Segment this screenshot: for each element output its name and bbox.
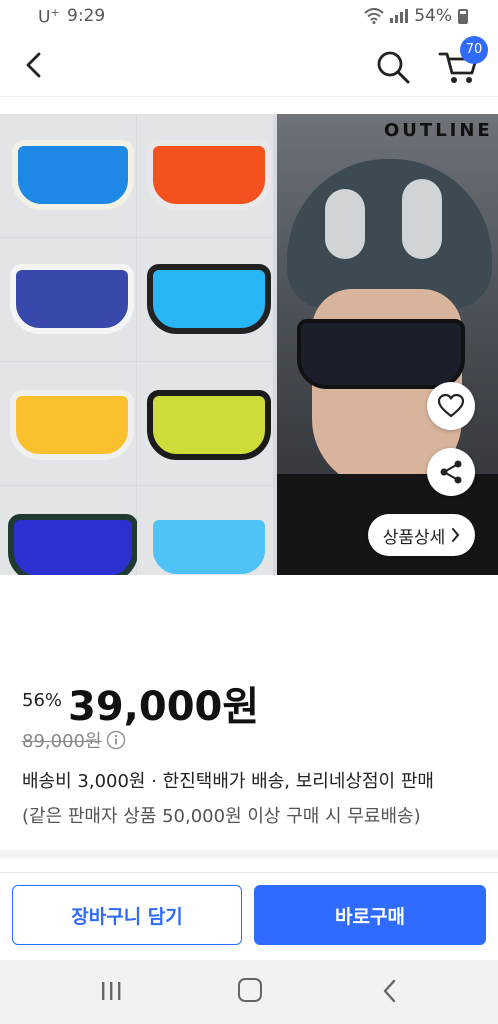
product-detail-label: 상품상세 [382, 527, 446, 548]
buy-now-button[interactable]: 바로구매 [254, 885, 486, 945]
search-icon[interactable] [374, 48, 412, 86]
product-variant-thumb [137, 486, 273, 575]
battery-percent: 54% [414, 6, 452, 26]
info-icon[interactable] [106, 730, 126, 750]
share-icon [440, 460, 462, 484]
carrier-label: U+ [38, 6, 60, 28]
battery-icon [458, 8, 468, 24]
product-image[interactable]: OUTLINE 상품상세 [0, 114, 498, 575]
wishlist-button[interactable] [427, 382, 475, 430]
heart-icon [438, 394, 464, 418]
product-variant-thumb [137, 114, 273, 237]
app-header: 70 [0, 34, 498, 97]
home-icon[interactable] [238, 978, 262, 1002]
product-variant-thumb [0, 362, 136, 485]
clock: 9:29 [67, 6, 106, 26]
recent-apps-icon[interactable] [99, 980, 123, 1002]
shipping-info: 배송비 3,000원 · 한진택배가 배송, 보리네상점이 판매 [22, 771, 434, 792]
original-price: 89,000원 [22, 731, 102, 752]
product-variant-thumb [0, 486, 138, 575]
signal-icon [390, 9, 409, 23]
nav-back-icon[interactable] [378, 978, 402, 1004]
brand-logo: OUTLINE [384, 120, 493, 141]
add-to-cart-button[interactable]: 장바구니 담기 [12, 885, 242, 945]
model-photo [277, 114, 498, 575]
section-divider [0, 850, 498, 858]
product-variant-thumb [0, 114, 136, 237]
cart-count-badge: 70 [460, 36, 488, 64]
product-variant-thumb [137, 238, 273, 361]
wifi-icon [364, 8, 384, 24]
system-nav-bar [0, 960, 498, 1024]
sale-price: 39,000원 [68, 684, 260, 730]
free-shipping-condition: (같은 판매자 상품 50,000원 이상 구매 시 무료배송) [22, 806, 421, 827]
share-button[interactable] [427, 448, 475, 496]
back-arrow-icon[interactable] [18, 48, 52, 82]
discount-rate: 56% [22, 690, 63, 711]
product-detail-button[interactable]: 상품상세 [368, 514, 475, 556]
chevron-right-icon [452, 528, 460, 542]
product-variant-thumb [0, 238, 136, 361]
purchase-action-bar: 장바구니 담기 바로구매 [0, 872, 498, 961]
status-bar: U+ 9:29 54% [0, 0, 498, 34]
product-variant-thumb [137, 362, 273, 485]
